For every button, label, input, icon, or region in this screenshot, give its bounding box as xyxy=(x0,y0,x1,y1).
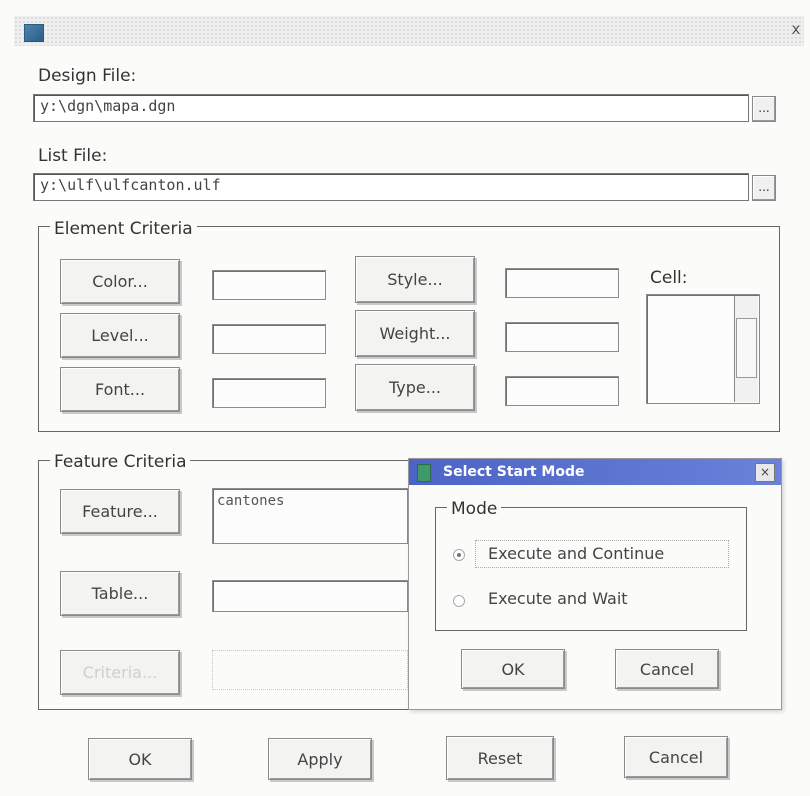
font-value-field[interactable] xyxy=(212,378,326,408)
element-criteria-title: Element Criteria xyxy=(50,219,197,239)
reset-button[interactable]: Reset xyxy=(446,736,554,780)
design-file-input[interactable]: y:\dgn\mapa.dgn xyxy=(33,94,749,122)
table-button[interactable]: Table... xyxy=(60,571,180,616)
level-value-field[interactable] xyxy=(212,324,326,354)
feature-value-field[interactable]: cantones xyxy=(212,488,408,544)
design-file-browse-button[interactable]: ... xyxy=(752,96,776,122)
dialog-close-icon[interactable]: × xyxy=(755,463,775,482)
font-button[interactable]: Font... xyxy=(60,367,180,412)
cell-list-scroll-thumb[interactable] xyxy=(736,318,757,378)
execute-wait-label[interactable]: Execute and Wait xyxy=(488,589,628,608)
mode-group-title: Mode xyxy=(447,499,502,519)
ok-button[interactable]: OK xyxy=(88,738,192,780)
window-titlebar: x xyxy=(14,16,804,46)
cell-list-scrollbar[interactable] xyxy=(734,296,758,402)
mode-group xyxy=(435,507,747,631)
dialog-app-icon xyxy=(417,464,431,482)
dialog-ok-button[interactable]: OK xyxy=(461,649,565,689)
dialog-cancel-button[interactable]: Cancel xyxy=(615,649,719,689)
dialog-titlebar: Select Start Mode × xyxy=(409,459,781,485)
color-button[interactable]: Color... xyxy=(60,259,180,304)
app-icon xyxy=(24,24,44,42)
feature-criteria-title: Feature Criteria xyxy=(50,452,191,472)
window-close-icon[interactable]: x xyxy=(788,20,804,38)
dialog-title: Select Start Mode xyxy=(443,464,585,480)
cancel-button[interactable]: Cancel xyxy=(624,736,728,778)
criteria-value-field-disabled xyxy=(212,650,408,690)
list-file-input[interactable]: y:\ulf\ulfcanton.ulf xyxy=(33,173,749,201)
execute-wait-radio[interactable] xyxy=(453,595,465,607)
type-button[interactable]: Type... xyxy=(355,364,475,411)
apply-button[interactable]: Apply xyxy=(268,738,372,780)
feature-button[interactable]: Feature... xyxy=(60,489,180,534)
list-file-browse-button[interactable]: ... xyxy=(752,175,776,201)
cell-label: Cell: xyxy=(650,268,688,288)
execute-continue-radio[interactable] xyxy=(453,549,465,561)
design-file-label: Design File: xyxy=(38,66,137,86)
execute-continue-label[interactable]: Execute and Continue xyxy=(475,540,729,568)
criteria-button-disabled: Criteria... xyxy=(60,650,180,695)
style-value-field[interactable] xyxy=(505,268,619,298)
select-start-mode-dialog: Select Start Mode × Mode Execute and Con… xyxy=(408,458,782,710)
type-value-field[interactable] xyxy=(505,376,619,406)
level-button[interactable]: Level... xyxy=(60,313,180,358)
color-value-field[interactable] xyxy=(212,270,326,300)
list-file-label: List File: xyxy=(38,146,108,166)
weight-button[interactable]: Weight... xyxy=(355,310,475,357)
style-button[interactable]: Style... xyxy=(355,256,475,303)
weight-value-field[interactable] xyxy=(505,322,619,352)
table-value-field[interactable] xyxy=(212,580,408,612)
